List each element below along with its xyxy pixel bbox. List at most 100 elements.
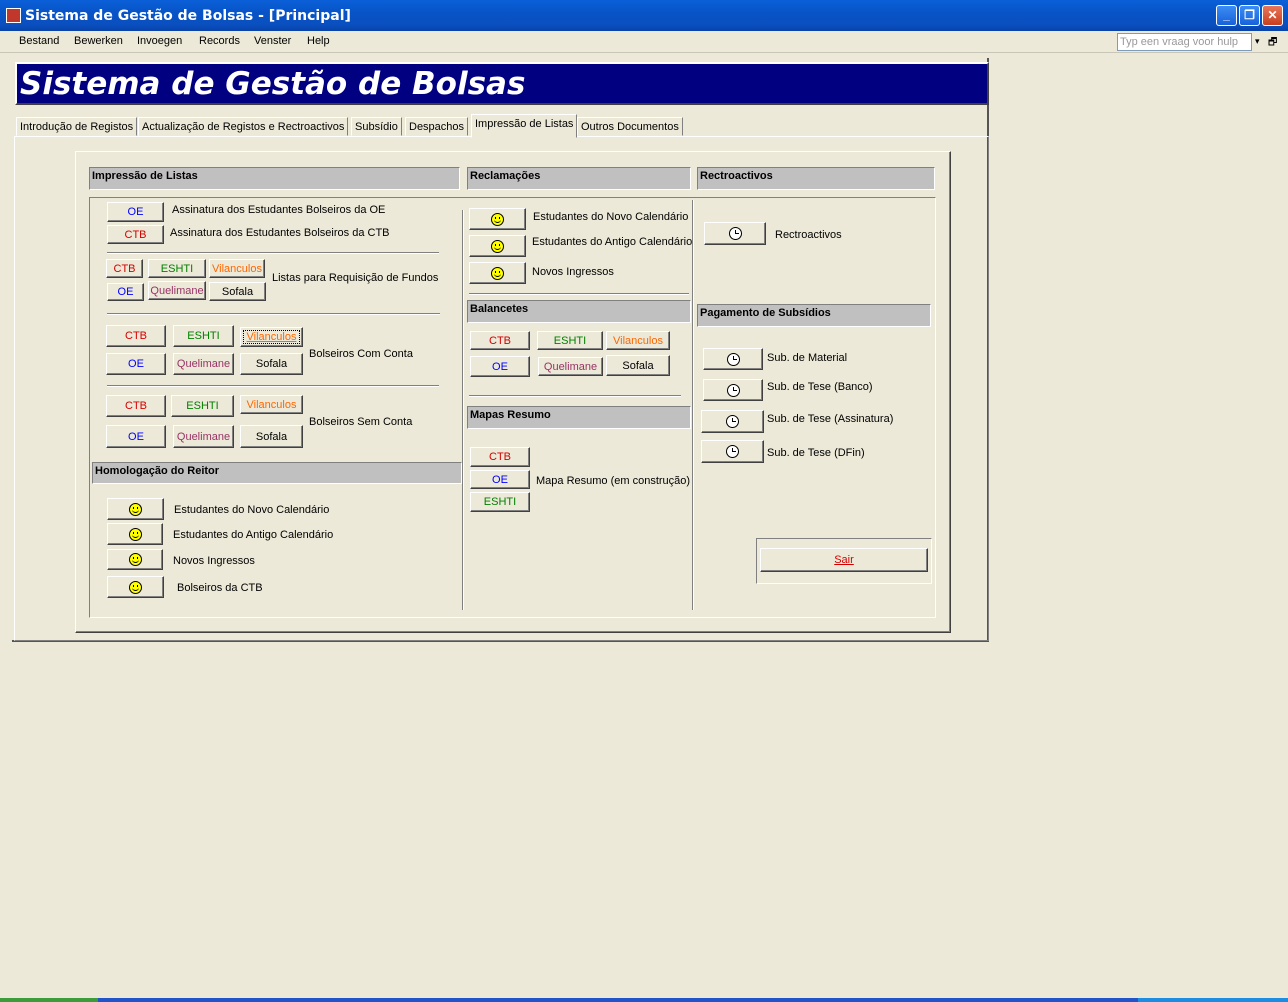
smiley-icon	[129, 502, 142, 516]
header-rectroactivos: Rectroactivos	[697, 167, 935, 190]
com-conta-ctb-button[interactable]: CTB	[106, 325, 166, 347]
requisicao-vilanculos-button[interactable]: Vilanculos	[209, 259, 265, 278]
menu-bar	[0, 31, 1288, 53]
mapas-label: Mapa Resumo (em construção)	[536, 475, 691, 487]
tab-impressao[interactable]: Impressão de Listas	[471, 114, 578, 138]
taskbar	[0, 998, 1288, 1002]
header-balancetes: Balancetes	[467, 300, 691, 323]
requisicao-label: Listas para Requisição de Fundos	[272, 272, 439, 284]
homologacao-ctb-button[interactable]	[107, 576, 164, 598]
homologacao-ingressos-button[interactable]	[107, 549, 163, 570]
requisicao-sofala-button[interactable]: Sofala	[209, 282, 266, 301]
requisicao-quelimane-button[interactable]: Quelimane	[148, 281, 206, 300]
clock-icon	[726, 445, 739, 458]
tab-outros[interactable]: Outros Documentos	[577, 117, 683, 136]
smiley-icon	[491, 239, 504, 253]
column-divider-right	[692, 200, 694, 610]
balancetes-ctb-button[interactable]: CTB	[470, 331, 530, 350]
com-conta-vilanculos-button[interactable]: Vilanculos	[240, 327, 303, 347]
smiley-icon	[128, 527, 142, 541]
sem-conta-eshti-button[interactable]: ESHTI	[171, 395, 234, 417]
sub-tese-dfin-button[interactable]	[701, 440, 764, 463]
clock-icon	[726, 352, 740, 366]
help-search-input[interactable]: Typ een vraag voor hulp	[1117, 33, 1252, 51]
sub-tese-dfin-label: Sub. de Tese (DFin)	[767, 447, 865, 459]
com-conta-oe-button[interactable]: OE	[106, 353, 166, 375]
assinatura-oe-button[interactable]: OE	[107, 202, 164, 222]
menu-help[interactable]: Help	[307, 35, 330, 47]
separator	[107, 313, 440, 315]
tab-subsidio[interactable]: Subsídio	[351, 117, 402, 136]
column-divider-left	[462, 210, 464, 610]
mapas-eshti-button[interactable]: ESHTI	[470, 492, 530, 512]
com-conta-quelimane-button[interactable]: Quelimane	[173, 353, 234, 375]
separator	[107, 252, 439, 254]
sub-tese-assinatura-label: Sub. de Tese (Assinatura)	[767, 413, 894, 425]
smiley-icon	[491, 266, 504, 280]
sub-tese-banco-label: Sub. de Tese (Banco)	[767, 381, 873, 393]
requisicao-ctb-button[interactable]: CTB	[106, 259, 143, 278]
restore-button[interactable]: ❐	[1239, 5, 1260, 26]
header-mapas: Mapas Resumo	[467, 406, 691, 429]
rectroactivos-label: Rectroactivos	[775, 229, 842, 241]
requisicao-oe-button[interactable]: OE	[107, 283, 144, 301]
minimize-button[interactable]: _	[1216, 5, 1237, 26]
reclamacoes-novo-label: Estudantes do Novo Calendário	[533, 211, 689, 223]
balancetes-quelimane-button[interactable]: Quelimane	[538, 357, 603, 376]
menu-invoegen[interactable]: Invoegen	[137, 35, 182, 47]
com-conta-label: Bolseiros Com Conta	[309, 348, 413, 360]
com-conta-eshti-button[interactable]: ESHTI	[173, 325, 234, 347]
requisicao-eshti-button[interactable]: ESHTI	[148, 259, 206, 278]
reclamacoes-antigo-button[interactable]	[469, 235, 526, 257]
reclamacoes-ingressos-label: Novos Ingressos	[532, 266, 614, 278]
balancetes-oe-button[interactable]: OE	[470, 356, 530, 377]
menu-bestand[interactable]: Bestand	[19, 35, 59, 47]
sem-conta-ctb-button[interactable]: CTB	[106, 395, 166, 417]
clock-icon	[728, 227, 742, 240]
menu-records[interactable]: Records	[199, 35, 240, 47]
tab-introducao[interactable]: Introdução de Registos	[16, 117, 138, 136]
com-conta-sofala-button[interactable]: Sofala	[240, 353, 303, 375]
sub-material-label: Sub. de Material	[767, 352, 848, 364]
smiley-icon	[491, 212, 504, 226]
clock-icon	[726, 383, 740, 397]
homologacao-novo-button[interactable]	[107, 498, 164, 520]
sem-conta-label: Bolseiros Sem Conta	[309, 416, 413, 428]
sub-material-button[interactable]	[703, 348, 763, 370]
separator	[469, 293, 689, 295]
header-homologacao: Homologação do Reitor	[92, 462, 462, 484]
menu-bewerken[interactable]: Bewerken	[74, 35, 123, 47]
menu-venster[interactable]: Venster	[254, 35, 291, 47]
tab-despachos[interactable]: Despachos	[405, 117, 469, 136]
sub-tese-assinatura-button[interactable]	[701, 410, 764, 433]
header-reclamacoes: Reclamações	[467, 167, 691, 190]
sair-button[interactable]: Sair	[760, 548, 928, 572]
separator	[469, 395, 681, 397]
assinatura-ctb-button[interactable]: CTB	[107, 225, 164, 244]
homologacao-ctb-label: Bolseiros da CTB	[177, 582, 263, 594]
balancetes-sofala-button[interactable]: Sofala	[606, 355, 670, 376]
assinatura-oe-label: Assinatura dos Estudantes Bolseiros da O…	[172, 204, 386, 216]
homologacao-antigo-button[interactable]	[107, 523, 163, 545]
sub-tese-banco-button[interactable]	[703, 379, 763, 401]
balancetes-eshti-button[interactable]: ESHTI	[537, 331, 603, 350]
reclamacoes-ingressos-button[interactable]	[469, 262, 526, 284]
tab-actualizacao[interactable]: Actualização de Registos e Rectroactivos	[138, 117, 349, 136]
banner-title: Sistema de Gestão de Bolsas	[20, 66, 526, 102]
reclamacoes-novo-button[interactable]	[469, 208, 526, 230]
sem-conta-quelimane-button[interactable]: Quelimane	[173, 425, 234, 448]
help-dropdown-icon[interactable]: ▾	[1255, 36, 1260, 47]
close-button[interactable]: ✕	[1262, 5, 1283, 26]
homologacao-novo-label: Estudantes do Novo Calendário	[174, 504, 330, 516]
mapas-oe-button[interactable]: OE	[470, 470, 530, 489]
mdi-restore-icon[interactable]: 🗗	[1268, 35, 1277, 52]
sem-conta-sofala-button[interactable]: Sofala	[240, 425, 303, 448]
app-icon[interactable]	[6, 8, 21, 23]
window-title: Sistema de Gestão de Bolsas - [Principal…	[25, 8, 351, 24]
sem-conta-vilanculos-button[interactable]: Vilanculos	[240, 395, 303, 414]
rectroactivos-button[interactable]	[704, 222, 766, 245]
balancetes-vilanculos-button[interactable]: Vilanculos	[606, 331, 670, 350]
separator	[107, 385, 439, 387]
mapas-ctb-button[interactable]: CTB	[470, 447, 530, 467]
sem-conta-oe-button[interactable]: OE	[106, 425, 166, 448]
